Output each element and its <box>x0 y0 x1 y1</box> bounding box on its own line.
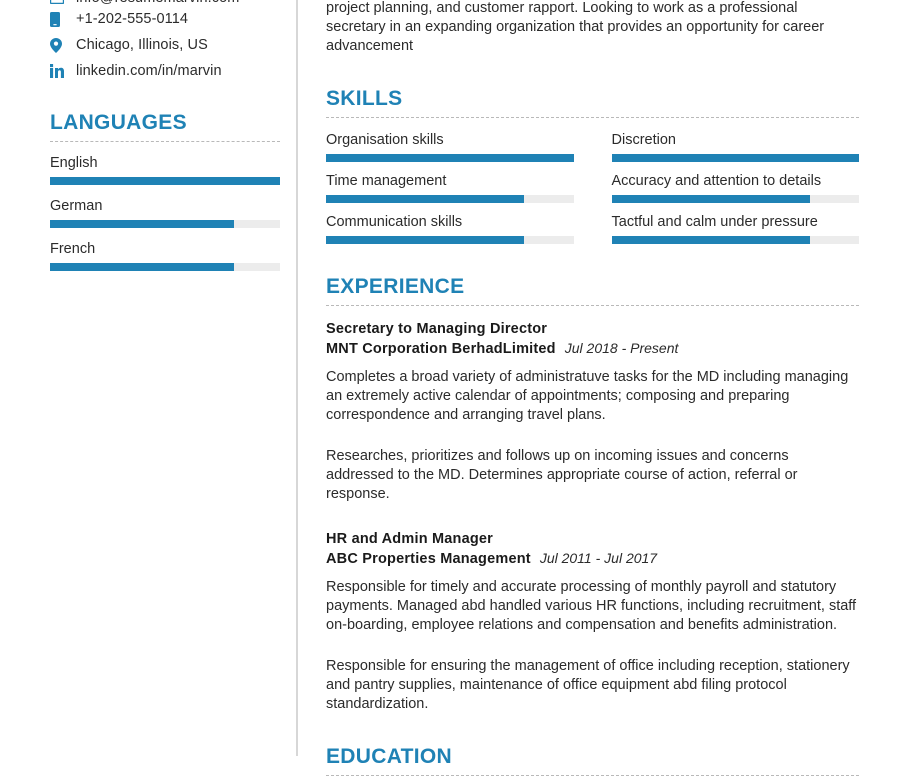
language-bar-track <box>50 177 280 185</box>
contact-phone-text: +1-202-555-0114 <box>76 11 189 27</box>
job-dates: Jul 2018 - Present <box>564 340 679 356</box>
skill-bar-fill <box>326 236 524 244</box>
skills-rule <box>326 117 859 118</box>
skill-label: Organisation skills <box>326 132 444 148</box>
skill-bar-track <box>611 154 859 162</box>
skill-item: Discretion <box>611 132 859 162</box>
phone-icon <box>50 11 68 27</box>
job-company: ABC Properties Management <box>326 551 531 567</box>
languages-rule <box>50 141 280 142</box>
language-bar-track <box>50 220 280 228</box>
skill-bar-track <box>326 154 574 162</box>
contact-item-phone[interactable]: +1-202-555-0114 <box>50 6 297 32</box>
contact-item-location[interactable]: Chicago, Illinois, US <box>50 32 297 58</box>
language-item-french: French <box>50 241 297 271</box>
skill-bar-fill <box>611 195 810 203</box>
skill-item: Time management <box>326 173 574 203</box>
job-title: HR and Admin Manager <box>326 531 494 547</box>
skill-item: Tactful and calm under pressure <box>611 214 859 244</box>
main-content: An executive secretary with 10 years of … <box>297 0 899 776</box>
resume-page: info@resumemarvin.com +1-202-555-0114 <box>0 0 899 776</box>
job-company-line: ABC Properties Management Jul 2011 - Jul … <box>326 549 859 569</box>
education-heading: EDUCATION <box>326 745 452 768</box>
experience-heading: EXPERIENCE <box>326 275 465 298</box>
job-paragraph: Responsible for timely and accurate proc… <box>326 579 857 633</box>
languages-list: English German French <box>0 155 297 271</box>
summary-text: project planning, and customer rapport. … <box>326 0 825 54</box>
language-bar-fill <box>50 263 234 271</box>
job-paragraph: Responsible for ensuring the management … <box>326 658 850 712</box>
skill-bar-fill <box>326 195 524 203</box>
linkedin-icon <box>50 64 68 78</box>
language-bar-fill <box>50 220 234 228</box>
skill-label: Time management <box>326 173 447 189</box>
skills-column-left: Organisation skills Time management Comm… <box>326 126 574 244</box>
experience-rule <box>326 305 859 306</box>
email-icon <box>50 0 68 4</box>
skill-bar-track <box>326 195 574 203</box>
job-dates: Jul 2011 - Jul 2017 <box>539 550 658 566</box>
column-divider <box>296 0 298 756</box>
skill-bar-fill <box>611 236 810 244</box>
experience-entry: Secretary to Managing Director MNT Corpo… <box>326 320 859 504</box>
contact-linkedin-text: linkedin.com/in/marvin <box>76 63 222 79</box>
skill-bar-fill <box>611 154 859 162</box>
sidebar: info@resumemarvin.com +1-202-555-0114 <box>0 0 298 756</box>
contact-location-text: Chicago, Illinois, US <box>76 37 208 53</box>
language-label: French <box>50 241 96 257</box>
skill-bar-track <box>326 236 574 244</box>
languages-heading: LANGUAGES <box>50 111 187 134</box>
skill-label: Communication skills <box>326 214 463 230</box>
skills-grid: Organisation skills Time management Comm… <box>326 126 859 244</box>
skill-bar-fill <box>326 154 574 162</box>
job-title: Secretary to Managing Director <box>326 321 548 337</box>
language-bar-fill <box>50 177 280 185</box>
skill-bar-track <box>611 195 859 203</box>
skill-item: Accuracy and attention to details <box>611 173 859 203</box>
skills-column-right: Discretion Accuracy and attention to det… <box>611 126 859 244</box>
experience-entry: HR and Admin Manager ABC Properties Mana… <box>326 530 859 714</box>
job-company: MNT Corporation BerhadLimited <box>326 341 556 357</box>
language-label: German <box>50 198 103 214</box>
language-bar-track <box>50 263 280 271</box>
contact-list: info@resumemarvin.com +1-202-555-0114 <box>0 0 297 84</box>
contact-email-text: info@resumemarvin.com <box>76 0 239 6</box>
language-item-english: English <box>50 155 297 185</box>
skill-label: Accuracy and attention to details <box>611 173 822 189</box>
job-paragraph: Completes a broad variety of administrat… <box>326 369 849 423</box>
skill-label: Discretion <box>611 132 676 148</box>
location-pin-icon <box>50 37 68 53</box>
profile-summary: An executive secretary with 10 years of … <box>326 0 859 56</box>
skill-label: Tactful and calm under pressure <box>611 214 818 230</box>
skill-item: Communication skills <box>326 214 574 244</box>
job-company-line: MNT Corporation BerhadLimited Jul 2018 - … <box>326 339 859 359</box>
skill-bar-track <box>611 236 859 244</box>
skill-item: Organisation skills <box>326 132 574 162</box>
contact-item-linkedin[interactable]: linkedin.com/in/marvin <box>50 58 297 84</box>
job-paragraph: Researches, prioritizes and follows up o… <box>326 448 798 502</box>
language-item-german: German <box>50 198 297 228</box>
skills-heading: SKILLS <box>326 87 403 110</box>
language-label: English <box>50 155 98 171</box>
